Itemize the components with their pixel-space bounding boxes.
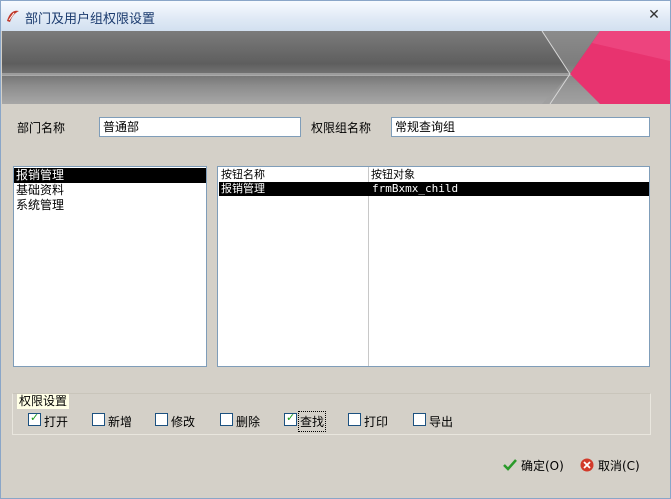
list-item[interactable]: 系统管理 bbox=[14, 198, 206, 213]
permission-group-name-field[interactable]: 常规查询组 bbox=[391, 117, 650, 137]
module-list[interactable]: 报销管理 基础资料 系统管理 bbox=[13, 166, 207, 367]
checkbox-label: 打开 bbox=[44, 415, 69, 429]
checkbox-label: 打印 bbox=[364, 415, 389, 429]
ok-button-label: 确定(O) bbox=[521, 459, 564, 473]
permission-group-label: 权限组名称 bbox=[311, 121, 372, 135]
dialog-window: 部门及用户组权限设置 ✕ 部门名称 普通部 权限组名称 常规查询组 报销管理 基… bbox=[0, 0, 671, 499]
table-row[interactable]: 报销管理 frmBxmx_child bbox=[219, 182, 649, 196]
check-icon: ✓ bbox=[30, 411, 40, 424]
window-title: 部门及用户组权限设置 bbox=[25, 12, 156, 27]
permission-settings-title: 权限设置 bbox=[17, 394, 70, 409]
department-label: 部门名称 bbox=[17, 121, 66, 135]
checkbox-label: 查找 bbox=[297, 411, 327, 432]
checkbox-label: 导出 bbox=[429, 415, 454, 429]
cancel-icon bbox=[580, 458, 594, 472]
column-divider bbox=[368, 167, 369, 366]
close-icon[interactable]: ✕ bbox=[646, 7, 662, 23]
checkbox-label: 删除 bbox=[236, 415, 261, 429]
checkbox-label: 新增 bbox=[108, 415, 133, 429]
list-item[interactable]: 报销管理 bbox=[14, 168, 206, 183]
column-header-button-name[interactable]: 按钮名称 bbox=[221, 168, 265, 182]
header-banner bbox=[2, 31, 670, 104]
check-icon: ✓ bbox=[286, 411, 296, 424]
cell-button-object: frmBxmx_child bbox=[372, 182, 459, 195]
cancel-button-label: 取消(C) bbox=[598, 459, 640, 473]
checkbox-label: 修改 bbox=[171, 415, 196, 429]
app-logo-icon bbox=[7, 10, 19, 22]
button-permissions-grid[interactable]: 按钮名称 按钮对象 报销管理 frmBxmx_child bbox=[217, 166, 650, 367]
checkmark-icon bbox=[503, 459, 517, 471]
cell-button-name: 报销管理 bbox=[221, 182, 265, 195]
department-name-field[interactable]: 普通部 bbox=[99, 117, 301, 137]
column-header-button-object[interactable]: 按钮对象 bbox=[371, 168, 415, 182]
title-bar[interactable]: 部门及用户组权限设置 ✕ bbox=[1, 1, 670, 31]
list-item[interactable]: 基础资料 bbox=[14, 183, 206, 198]
